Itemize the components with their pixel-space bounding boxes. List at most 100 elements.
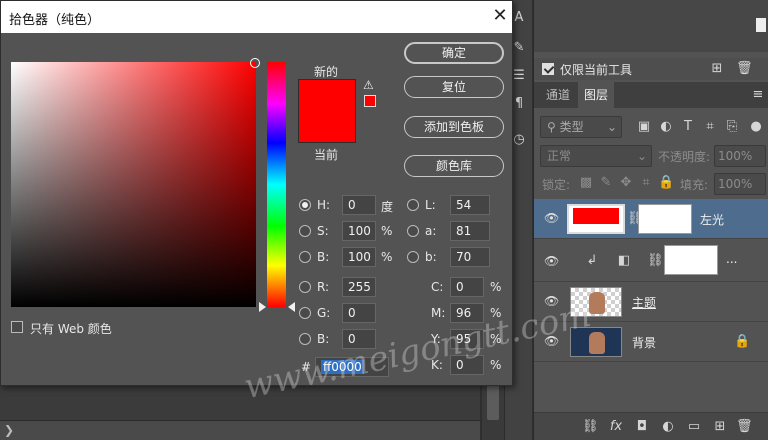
only-current-tool-checkbox[interactable] bbox=[542, 63, 554, 75]
radio-red[interactable] bbox=[299, 281, 311, 293]
reset-button[interactable]: 复位 bbox=[404, 76, 504, 98]
filter-toggle-icon[interactable]: ● bbox=[748, 119, 764, 135]
filter-type-icon[interactable]: T bbox=[680, 119, 696, 135]
kind-filter-select[interactable]: ⚲ 类型 ⌄ bbox=[540, 116, 622, 138]
blend-mode-select[interactable]: 正常 ⌄ bbox=[540, 145, 652, 167]
layers-panel-footer: ⛓ fx ◘ ◐ ▭ ⊞ 🗑 bbox=[534, 412, 768, 440]
fill-input[interactable]: 100% bbox=[714, 173, 766, 195]
cyan-input[interactable]: 0 bbox=[450, 277, 484, 297]
hue-input[interactable]: 0 bbox=[342, 195, 376, 215]
lock-position-icon[interactable]: ✥ bbox=[618, 175, 634, 191]
brightness-input[interactable]: 100 bbox=[342, 247, 376, 267]
web-colors-only-checkbox[interactable] bbox=[11, 321, 23, 333]
filter-shape-icon[interactable]: ⌗ bbox=[702, 119, 718, 135]
new-preset-icon[interactable]: ⊞ bbox=[709, 61, 725, 77]
tab-layers[interactable]: 图层 bbox=[578, 82, 615, 108]
saturation-input[interactable]: 100 bbox=[342, 221, 376, 241]
layer-name[interactable]: 背景 bbox=[632, 334, 656, 351]
radio-a-channel[interactable] bbox=[407, 225, 419, 237]
text-tool-icon[interactable]: A bbox=[511, 10, 527, 26]
hue-slider-handle-left[interactable] bbox=[259, 302, 266, 312]
blend-mode-value: 正常 bbox=[547, 149, 572, 163]
tab-channels[interactable]: 通道 bbox=[540, 82, 576, 108]
visibility-eye-icon[interactable]: 👁 bbox=[544, 254, 559, 268]
black-unit: % bbox=[490, 358, 502, 372]
panel-menu-icon[interactable]: ≡ bbox=[750, 87, 766, 103]
green-input[interactable]: 0 bbox=[342, 303, 376, 323]
link-layers-icon[interactable]: ⛓ bbox=[582, 419, 599, 435]
lock-transparent-icon[interactable]: ▩ bbox=[578, 175, 594, 191]
dialog-title: 拾色器（纯色） bbox=[9, 13, 101, 28]
trash-icon[interactable]: 🗑 bbox=[736, 419, 753, 435]
radio-blue[interactable] bbox=[299, 333, 311, 345]
red-input[interactable]: 255 bbox=[342, 277, 376, 297]
layer-mask-thumbnail[interactable] bbox=[638, 204, 692, 234]
b-channel-input[interactable]: 70 bbox=[450, 247, 490, 267]
current-color-swatch[interactable] bbox=[298, 111, 356, 143]
group-folder-icon[interactable]: ▭ bbox=[686, 419, 702, 435]
new-color-label: 新的 bbox=[314, 65, 339, 79]
saturation-label: S: bbox=[317, 224, 329, 238]
layer-thumbnail bbox=[567, 204, 625, 234]
gamut-warning-icon[interactable]: ⚠ bbox=[363, 79, 377, 91]
cyan-unit: % bbox=[490, 280, 502, 294]
layer-name[interactable]: 主题 bbox=[632, 294, 656, 311]
saturation-brightness-field[interactable] bbox=[11, 62, 256, 307]
paragraph-tool-icon[interactable]: ¶ bbox=[511, 96, 527, 112]
chevron-down-icon: ⌄ bbox=[606, 120, 617, 134]
expand-arrow-icon[interactable]: ❯ bbox=[4, 423, 14, 437]
trash-icon[interactable]: 🗑 bbox=[736, 61, 753, 77]
adjust-tool-icon[interactable]: ☰ bbox=[511, 68, 527, 84]
layer-name[interactable]: 左光 bbox=[700, 211, 724, 228]
ok-button[interactable]: 确定 bbox=[404, 42, 504, 64]
history-tool-icon[interactable]: ◷ bbox=[511, 132, 527, 148]
magenta-label: M: bbox=[431, 306, 446, 320]
fx-icon[interactable]: fx bbox=[608, 419, 624, 435]
a-channel-label: a: bbox=[425, 224, 437, 238]
only-current-tool-row: 仅限当前工具 ⊞ 🗑 bbox=[534, 58, 768, 80]
visibility-eye-icon[interactable]: 👁 bbox=[544, 211, 559, 225]
radio-hue[interactable] bbox=[299, 199, 311, 211]
color-picker-dialog: 拾色器（纯色） ✕ 新的 当前 ⚠ 确定 复位 添加到色板 颜色库 H: 0 度… bbox=[0, 0, 594, 407]
gamut-color-swatch[interactable] bbox=[364, 95, 376, 107]
saturation-unit: % bbox=[381, 224, 393, 238]
hue-unit: 度 bbox=[381, 200, 394, 214]
layer-row-adjustment[interactable]: 👁 ↲ ◧ ⛓ ... bbox=[534, 240, 768, 282]
layer-mask-thumbnail[interactable] bbox=[664, 245, 718, 275]
add-mask-icon[interactable]: ◘ bbox=[634, 419, 650, 435]
lightness-input[interactable]: 54 bbox=[450, 195, 490, 215]
lightness-label: L: bbox=[425, 198, 436, 212]
lock-label: 锁定: bbox=[542, 178, 571, 192]
adjustment-layer-icon: ◧ bbox=[617, 253, 631, 268]
link-icon[interactable]: ⛓ bbox=[647, 253, 664, 269]
color-library-button[interactable]: 颜色库 bbox=[404, 155, 504, 177]
new-layer-icon[interactable]: ⊞ bbox=[712, 419, 728, 435]
dialog-titlebar: 拾色器（纯色） ✕ bbox=[1, 1, 512, 33]
filter-pixel-icon[interactable]: ▣ bbox=[636, 119, 652, 135]
kind-filter-label: 类型 bbox=[559, 120, 584, 134]
lock-pixels-icon[interactable]: ✎ bbox=[598, 175, 614, 191]
brush-tool-icon[interactable]: ✎ bbox=[511, 40, 527, 56]
layer-row-left-light[interactable]: 👁 ⛓ 左光 bbox=[534, 199, 768, 239]
add-to-swatches-button[interactable]: 添加到色板 bbox=[404, 116, 504, 138]
filter-smart-object-icon[interactable]: ⎘ bbox=[724, 119, 740, 135]
hue-slider[interactable] bbox=[267, 62, 286, 307]
filter-adjustment-icon[interactable]: ◐ bbox=[658, 119, 674, 135]
close-icon[interactable]: ✕ bbox=[489, 5, 511, 27]
radio-saturation[interactable] bbox=[299, 225, 311, 237]
layer-name[interactable]: ... bbox=[726, 252, 737, 266]
a-channel-input[interactable]: 81 bbox=[450, 221, 490, 241]
scrollbar-thumb[interactable] bbox=[487, 380, 499, 420]
radio-brightness[interactable] bbox=[299, 251, 311, 263]
color-marker[interactable] bbox=[250, 58, 260, 68]
hue-slider-handle-right[interactable] bbox=[288, 302, 295, 312]
green-label: G: bbox=[317, 306, 331, 320]
radio-lightness[interactable] bbox=[407, 199, 419, 211]
lock-all-icon[interactable]: 🔒 bbox=[658, 175, 674, 191]
radio-b-channel[interactable] bbox=[407, 251, 419, 263]
hue-label: H: bbox=[317, 198, 331, 212]
radio-green[interactable] bbox=[299, 307, 311, 319]
lock-artboard-icon[interactable]: ⌗ bbox=[638, 175, 654, 191]
adjustment-icon[interactable]: ◐ bbox=[660, 419, 676, 435]
opacity-input[interactable]: 100% bbox=[714, 145, 766, 167]
